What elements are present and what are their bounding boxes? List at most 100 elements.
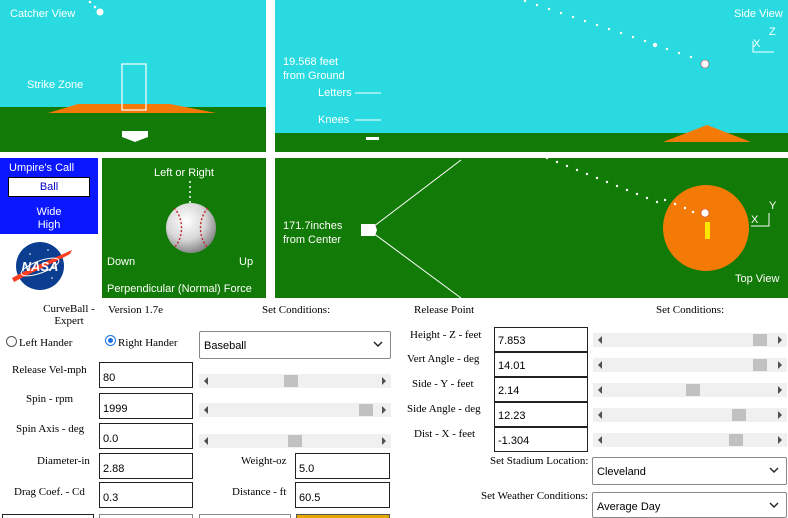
stadium-location-label: Set Stadium Location:: [490, 455, 589, 467]
side-trajectory: [523, 0, 693, 59]
right-hander-radio[interactable]: [105, 335, 116, 346]
vert-angle-slider[interactable]: [593, 358, 787, 372]
top-home-plate: [361, 224, 377, 236]
spin-axis-slider[interactable]: [199, 434, 391, 448]
set-conditions-header-right: Set Conditions:: [656, 304, 725, 316]
left-hander-radio[interactable]: [6, 336, 17, 347]
slider-thumb[interactable]: [728, 434, 743, 446]
height-input[interactable]: 7.853: [494, 327, 588, 352]
distance-input[interactable]: 60.5: [295, 482, 390, 508]
dist-slider[interactable]: [593, 433, 787, 447]
spin-input[interactable]: 1999: [99, 393, 193, 419]
top-view-title: Top View: [735, 273, 780, 285]
slider-right-arrow-icon[interactable]: [777, 336, 783, 344]
bottom-control-2[interactable]: [99, 514, 193, 518]
down-label: Down: [107, 256, 136, 268]
ball-graphic: [166, 181, 216, 253]
slider-right-arrow-icon[interactable]: [777, 436, 783, 444]
weather-select[interactable]: Average Day: [592, 492, 787, 518]
side-axis-x: X: [753, 38, 761, 50]
umpire-call-value: Ball: [8, 177, 90, 197]
side-input[interactable]: 2.14: [494, 377, 588, 402]
catcher-view-title: Catcher View: [10, 8, 76, 20]
app-name-line2: Expert: [54, 315, 84, 327]
slider-thumb[interactable]: [731, 409, 746, 421]
slider-right-arrow-icon[interactable]: [381, 377, 387, 385]
app-version: Version 1.7e: [108, 304, 163, 316]
slider-thumb[interactable]: [283, 375, 298, 387]
slider-thumb[interactable]: [288, 435, 302, 447]
bottom-control-3[interactable]: [199, 514, 291, 518]
release-vel-input[interactable]: 80: [99, 362, 193, 388]
slider-left-arrow-icon[interactable]: [203, 406, 209, 414]
release-point-header: Release Point: [414, 304, 475, 316]
foul-line-1: [368, 159, 462, 231]
ball-type-value: Baseball: [204, 340, 247, 352]
stadium-location-value: Cleveland: [597, 466, 646, 478]
set-conditions-header-left: Set Conditions:: [262, 304, 331, 316]
vert-angle-label: Vert Angle - deg: [407, 353, 480, 365]
knees-label: Knees: [318, 114, 350, 126]
slider-left-arrow-icon[interactable]: [597, 386, 603, 394]
slider-left-arrow-icon[interactable]: [203, 437, 209, 445]
side-angle-label: Side Angle - deg: [407, 403, 481, 415]
baseball: [166, 203, 216, 253]
drag-input[interactable]: 0.3: [99, 482, 193, 508]
slider-right-arrow-icon[interactable]: [381, 437, 387, 445]
top-ball: [700, 208, 710, 218]
app-name: CurveBall - Expert: [36, 303, 102, 327]
slider-thumb[interactable]: [686, 384, 701, 396]
side-angle-slider[interactable]: [593, 408, 787, 422]
release-vel-label: Release Vel-mph: [12, 364, 87, 376]
foul-line-2: [368, 229, 462, 298]
bottom-control-4[interactable]: [296, 514, 390, 518]
side-slider[interactable]: [593, 383, 787, 397]
side-angle-input[interactable]: 12.23: [494, 402, 588, 427]
nasa-logo: NASA: [10, 238, 74, 294]
letters-label: Letters: [318, 87, 352, 99]
umpire-call-panel: Umpire's Call Ball Wide High: [0, 158, 98, 234]
slider-left-arrow-icon[interactable]: [597, 361, 603, 369]
right-hander-label: Right Hander: [118, 337, 178, 349]
slider-left-arrow-icon[interactable]: [597, 411, 603, 419]
dist-input[interactable]: -1.304: [494, 427, 588, 452]
strike-zone-box: [121, 63, 147, 111]
slider-right-arrow-icon[interactable]: [777, 361, 783, 369]
spin-axis-input[interactable]: 0.0: [99, 423, 193, 449]
spin-axis-label: Spin Axis - deg: [16, 423, 85, 435]
slider-right-arrow-icon[interactable]: [777, 386, 783, 394]
slider-thumb[interactable]: [358, 404, 373, 416]
left-hander-label: Left Hander: [19, 337, 73, 349]
weather-value: Average Day: [597, 501, 661, 513]
height-caption: from Ground: [283, 70, 345, 82]
slider-thumb[interactable]: [752, 334, 767, 346]
left-or-right-label: Left or Right: [154, 167, 214, 179]
slider-right-arrow-icon[interactable]: [777, 411, 783, 419]
height-slider[interactable]: [593, 333, 787, 347]
slider-thumb[interactable]: [752, 359, 767, 371]
weight-input[interactable]: 5.0: [295, 453, 390, 479]
diameter-input[interactable]: 2.88: [99, 453, 193, 479]
height-value: 19.568 feet: [283, 56, 339, 68]
pitchers-mound: [48, 104, 216, 113]
stadium-location-select[interactable]: Cleveland: [592, 457, 787, 485]
catcher-view-panel: Catcher View Strike Zone: [0, 0, 266, 152]
force-arrow-dots: [189, 181, 191, 203]
pitching-rubber: [705, 222, 710, 239]
bottom-control-1[interactable]: [2, 514, 94, 518]
release-vel-slider[interactable]: [199, 374, 391, 388]
slider-left-arrow-icon[interactable]: [597, 436, 603, 444]
top-view-graphic: [361, 158, 770, 298]
catcher-view-graphic: [48, 0, 216, 142]
side-home-plate: [366, 137, 379, 140]
ball-type-select[interactable]: Baseball: [199, 331, 391, 359]
slider-right-arrow-icon[interactable]: [381, 406, 387, 414]
vert-angle-input[interactable]: 14.01: [494, 352, 588, 377]
slider-left-arrow-icon[interactable]: [203, 377, 209, 385]
drag-label: Drag Coef. - Cd: [14, 486, 85, 498]
slider-left-arrow-icon[interactable]: [597, 336, 603, 344]
spin-slider[interactable]: [199, 403, 391, 417]
strike-zone-label: Strike Zone: [27, 79, 84, 91]
distance-label: Distance - ft: [232, 486, 287, 498]
umpire-call-title: Umpire's Call: [9, 162, 75, 174]
